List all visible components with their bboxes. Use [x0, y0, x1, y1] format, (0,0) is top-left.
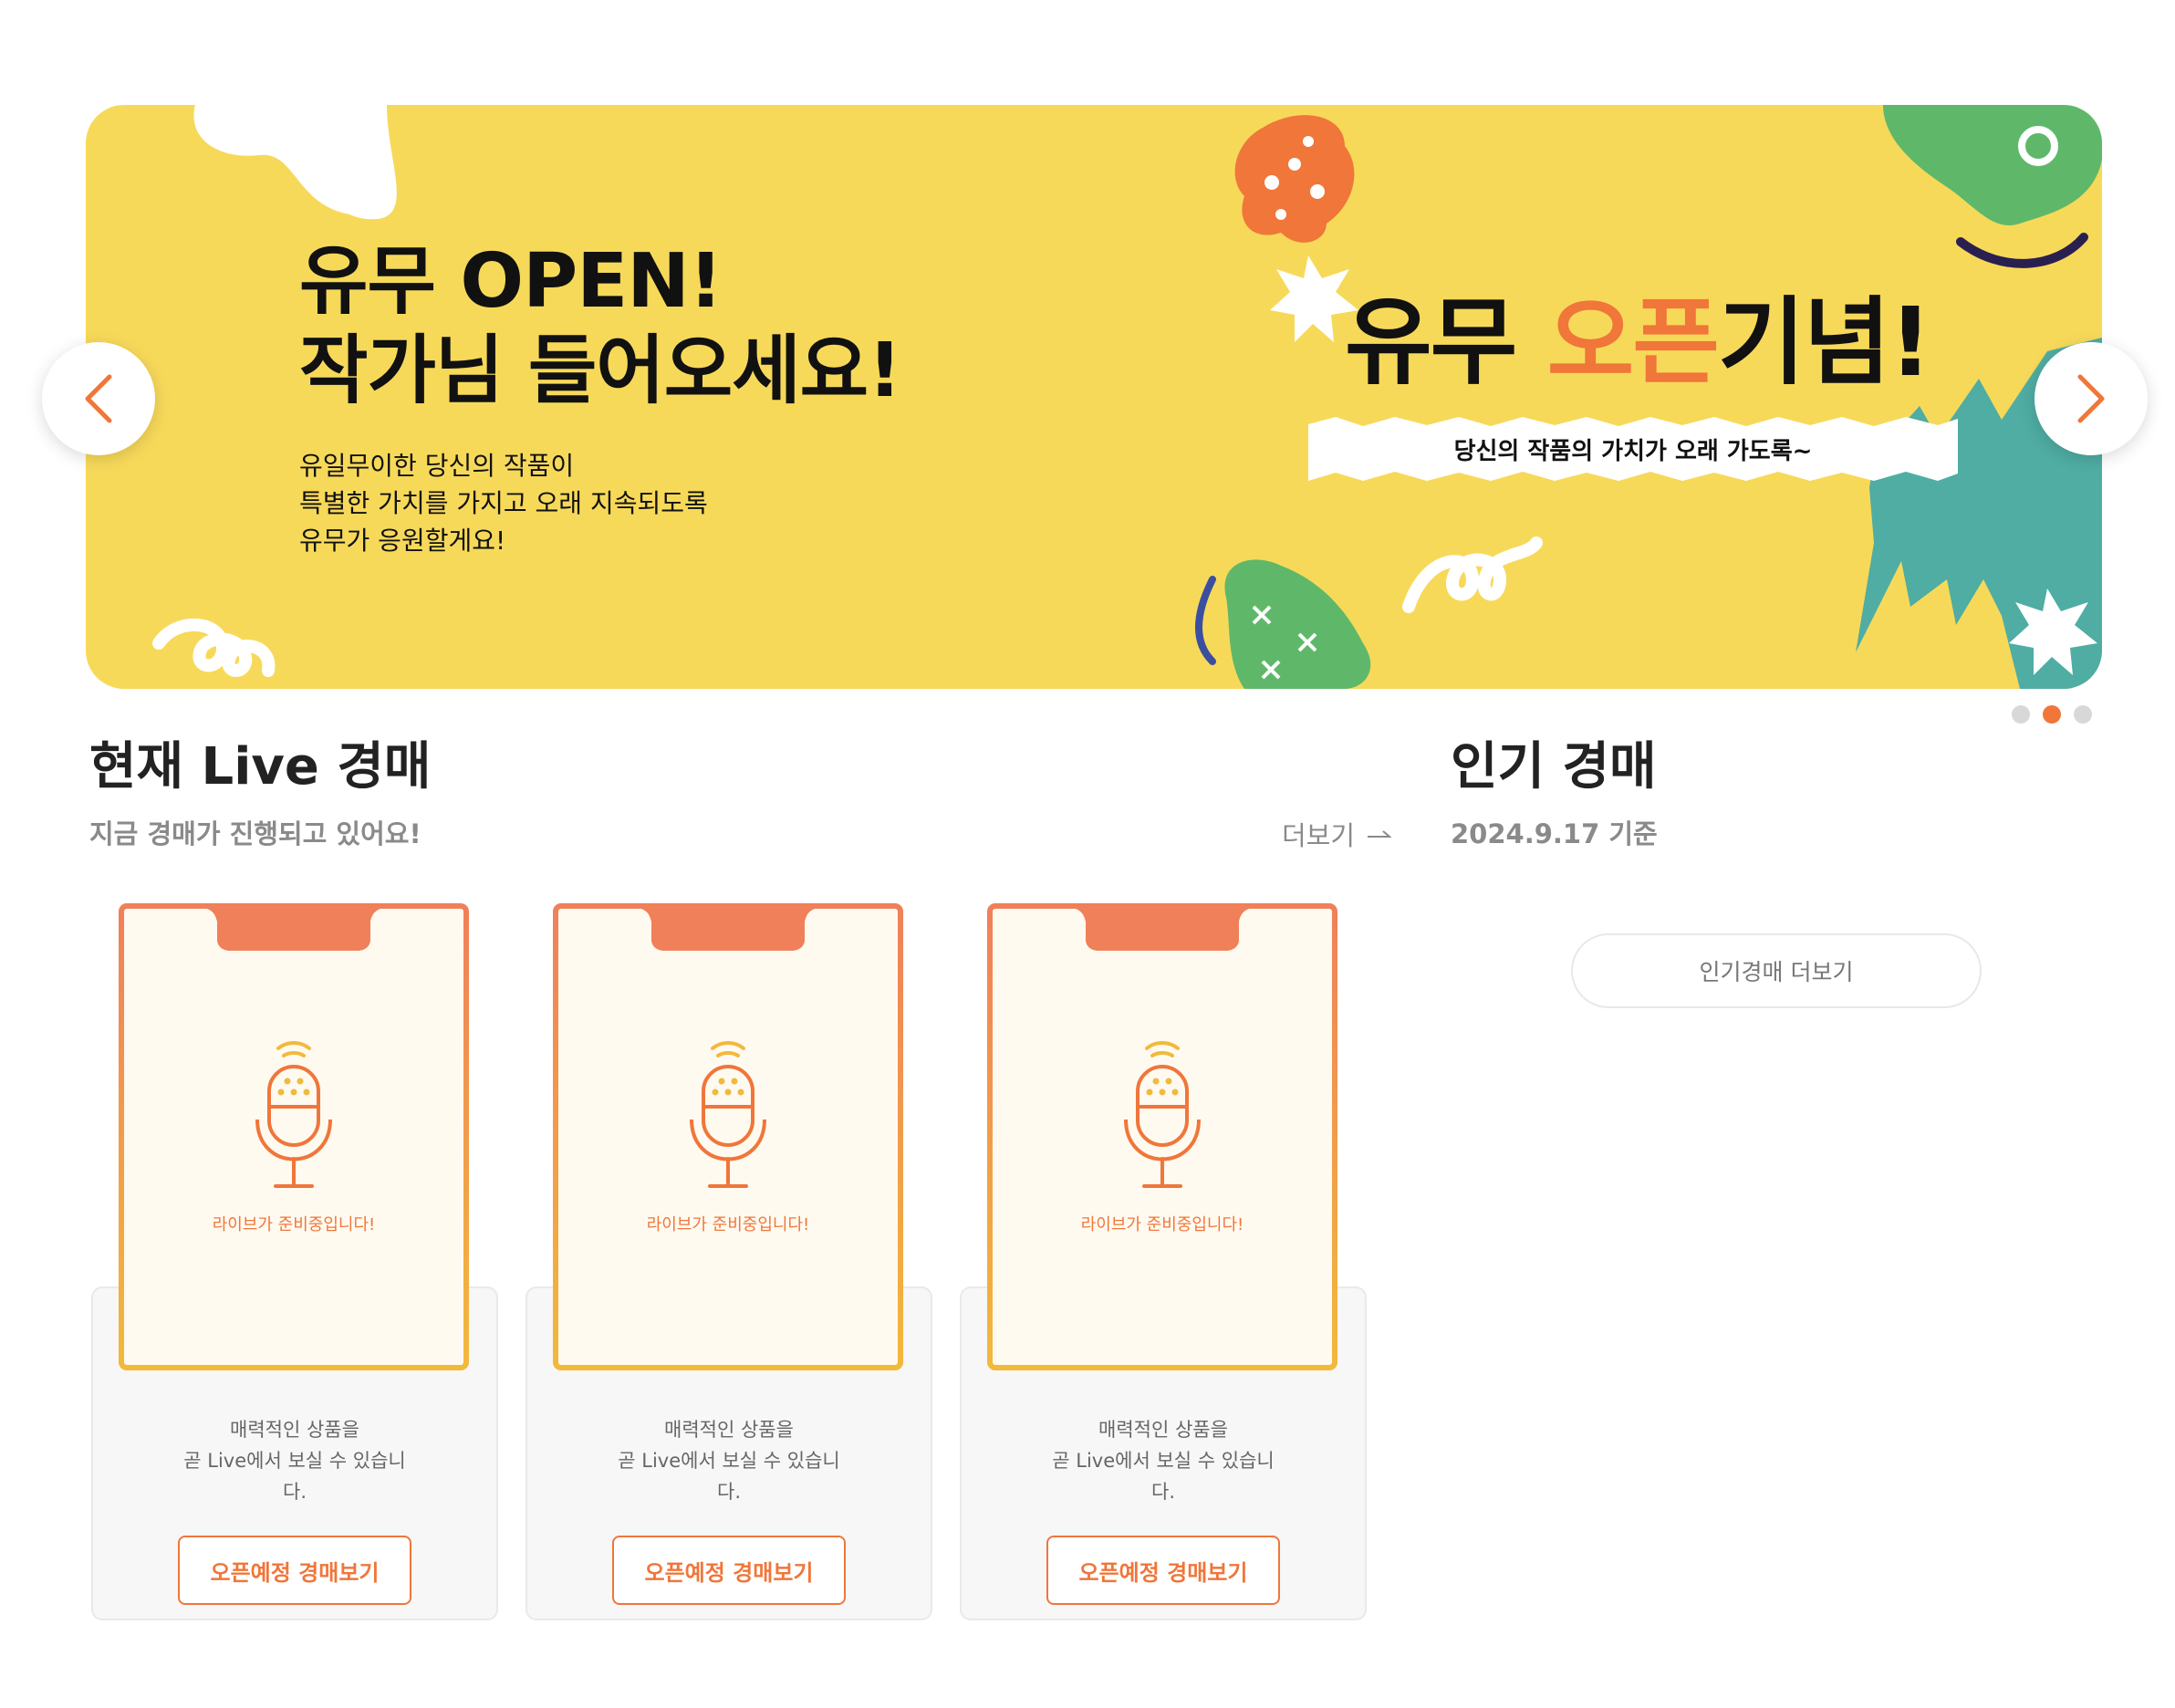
- banner-title-line2: 작가님 들어오세요!: [299, 328, 901, 414]
- banner-desc-line1: 유일무이한 당신의 작품이: [299, 451, 575, 481]
- live-section-title: 현재 Live 경매: [89, 737, 432, 797]
- popular-section-date: 2024.9.17 기준: [1451, 818, 1658, 849]
- card-desc-line1: 매력적인 상품을: [664, 1419, 794, 1441]
- live-section-subtitle: 지금 경매가 진행되고 있어요!: [89, 818, 421, 849]
- carousel-pagination: [2012, 705, 2092, 724]
- banner-desc-line3: 유무가 응원할게요!: [299, 526, 506, 556]
- microphone-icon: [690, 1041, 766, 1188]
- more-link-label: 더보기: [1282, 820, 1356, 851]
- live-preview-frame: 라이브가 준비중입니다!: [553, 903, 903, 1370]
- card-description: 매력적인 상품을 곧 Live에서 보실 수 있습니 다.: [526, 1414, 932, 1507]
- live-card: 라이브가 준비중입니다! 매력적인 상품을 곧 Live에서 보실 수 있습니 …: [86, 903, 498, 1624]
- carousel-prev-button[interactable]: [42, 342, 155, 455]
- live-preview-frame: 라이브가 준비중입니다!: [987, 903, 1337, 1370]
- popular-section-title: 인기 경매: [1451, 737, 1657, 797]
- carousel-dot-3[interactable]: [2074, 705, 2092, 724]
- chevron-right-icon: [2077, 374, 2105, 423]
- live-status-text: 라이브가 준비중입니다!: [212, 1215, 376, 1234]
- banner-title-line1: 유무 OPEN!: [299, 238, 723, 325]
- promo-title-highlight: 오픈: [1546, 286, 1720, 398]
- card-desc-line1: 매력적인 상품을: [230, 1419, 359, 1441]
- live-more-link[interactable]: 더보기: [1282, 815, 1392, 853]
- card-desc-line3: 다.: [1151, 1481, 1175, 1503]
- live-status-text: 라이브가 준비중입니다!: [1080, 1215, 1244, 1234]
- microphone-icon: [255, 1041, 332, 1188]
- live-card: 라이브가 준비중입니다! 매력적인 상품을 곧 Live에서 보실 수 있습니 …: [954, 903, 1367, 1624]
- card-desc-line3: 다.: [717, 1481, 741, 1503]
- upcoming-auction-button[interactable]: 오픈예정 경매보기: [1046, 1536, 1280, 1605]
- banner-title: 유무 OPEN! 작가님 들어오세요!: [299, 237, 901, 416]
- card-desc-line1: 매력적인 상품을: [1098, 1419, 1228, 1441]
- carousel-dot-1[interactable]: [2012, 705, 2030, 724]
- card-desc-line2: 곧 Live에서 보실 수 있습니: [183, 1450, 406, 1472]
- live-preview-frame: 라이브가 준비중입니다!: [119, 903, 469, 1370]
- upcoming-auction-button[interactable]: 오픈예정 경매보기: [612, 1536, 846, 1605]
- promo-subtitle: 당신의 작품의 가치가 오래 가도록~: [1453, 437, 1813, 465]
- chevron-left-icon: [85, 374, 112, 423]
- card-description: 매력적인 상품을 곧 Live에서 보실 수 있습니 다.: [91, 1414, 498, 1507]
- banner-description: 유일무이한 당신의 작품이 특별한 가치를 가지고 오래 지속되도록 유무가 응…: [299, 447, 708, 559]
- carousel-dot-2[interactable]: [2043, 705, 2061, 724]
- microphone-icon: [1124, 1041, 1201, 1188]
- promo-title: 유무 오픈기념!: [1345, 265, 1932, 402]
- carousel-next-button[interactable]: [2035, 342, 2148, 455]
- card-desc-line2: 곧 Live에서 보실 수 있습니: [1052, 1450, 1275, 1472]
- card-desc-line2: 곧 Live에서 보실 수 있습니: [618, 1450, 840, 1472]
- arrow-right-icon: [1368, 830, 1392, 838]
- promo-title-part1: 유무: [1345, 286, 1547, 398]
- card-desc-line3: 다.: [283, 1481, 307, 1503]
- live-status-text: 라이브가 준비중입니다!: [646, 1215, 810, 1234]
- popular-more-button[interactable]: 인기경매 더보기: [1571, 933, 1982, 1008]
- live-card: 라이브가 준비중입니다! 매력적인 상품을 곧 Live에서 보실 수 있습니 …: [520, 903, 932, 1624]
- card-description: 매력적인 상품을 곧 Live에서 보실 수 있습니 다.: [960, 1414, 1367, 1507]
- promo-banner[interactable]: 유무 OPEN! 작가님 들어오세요! 유일무이한 당신의 작품이 특별한 가치…: [86, 105, 2102, 689]
- upcoming-auction-button[interactable]: 오픈예정 경매보기: [178, 1536, 411, 1605]
- banner-desc-line2: 특별한 가치를 가지고 오래 지속되도록: [299, 488, 708, 518]
- promo-title-part2: 기념!: [1717, 286, 1932, 398]
